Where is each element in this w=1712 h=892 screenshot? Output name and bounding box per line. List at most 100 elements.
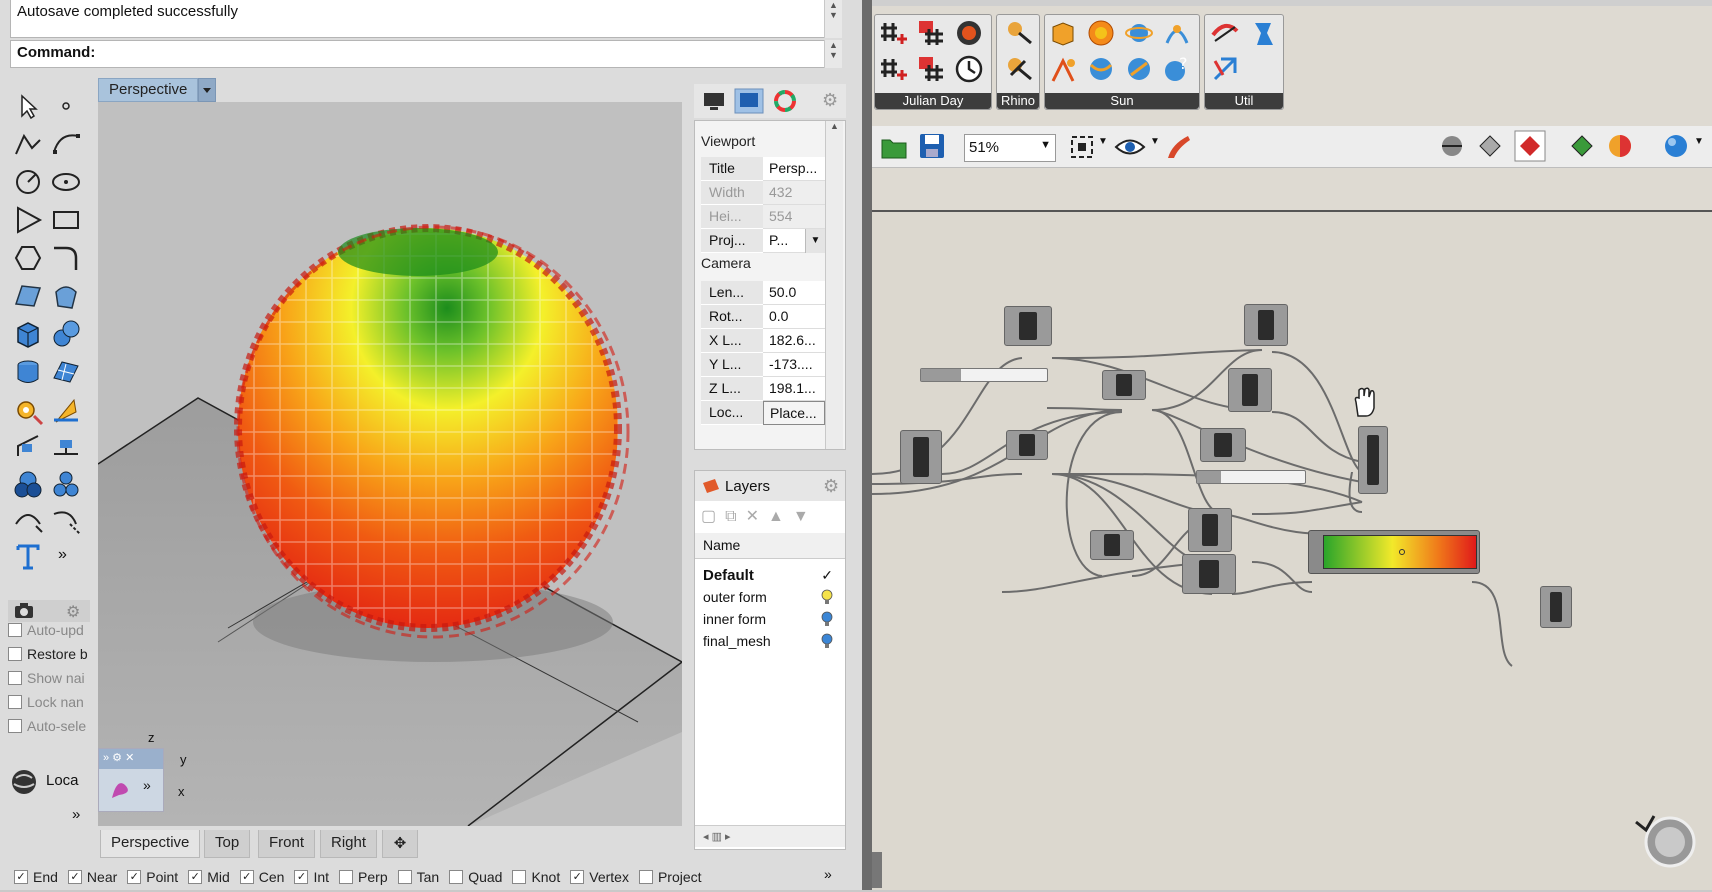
snap-int[interactable]: ✓ Int <box>294 866 329 888</box>
property-value[interactable]: 554 <box>763 205 825 229</box>
property-row[interactable]: Z L... 198.1... <box>701 377 825 401</box>
color-wheel-icon[interactable] <box>774 90 796 112</box>
analyze-arrow-icon[interactable] <box>50 394 82 426</box>
snap-cen[interactable]: ✓ Cen <box>239 866 284 888</box>
property-value[interactable]: 198.1... <box>763 377 825 401</box>
rectangle-icon[interactable] <box>50 204 82 236</box>
snap-quad[interactable]: Quad <box>449 866 502 888</box>
move-down-icon[interactable]: ▼ <box>793 508 818 525</box>
checkbox[interactable]: ✓ <box>127 870 142 884</box>
view-gumball-widget[interactable]: » ⚙ ✕ » <box>98 748 164 812</box>
canvas-navigator-icon[interactable] <box>1632 810 1698 870</box>
snap-near[interactable]: ✓ Near <box>67 866 117 888</box>
window-divider[interactable] <box>862 0 872 890</box>
expand-chevron-icon[interactable]: » <box>72 806 80 823</box>
canvas-scroll-handle[interactable] <box>872 852 882 888</box>
named-view-option[interactable]: Show nai <box>8 670 85 686</box>
property-value[interactable]: 50.0 <box>763 281 825 305</box>
property-row[interactable]: Len... 50.0 <box>701 281 825 305</box>
projection-dropdown-icon[interactable]: ▼ <box>805 229 825 253</box>
sun-disc-icon[interactable] <box>955 19 983 47</box>
add-viewport-tab-icon[interactable]: ✥ <box>382 830 418 858</box>
split-icon[interactable] <box>50 504 82 536</box>
checkbox[interactable] <box>8 695 22 709</box>
mesh-icon[interactable] <box>50 356 82 388</box>
checkbox[interactable] <box>8 623 22 637</box>
hash-plus-icon[interactable] <box>879 19 907 47</box>
sunflower-icon[interactable] <box>1087 19 1115 47</box>
number-slider[interactable] <box>920 368 1048 382</box>
properties-scrollbar[interactable]: ▲ <box>825 121 843 449</box>
select-arrow-icon[interactable] <box>12 90 44 122</box>
named-view-option[interactable]: Lock nan <box>8 694 84 710</box>
gh-component[interactable] <box>1004 306 1052 346</box>
current-layer-check-icon[interactable]: ✓ <box>821 567 833 584</box>
sun-orbit-icon[interactable] <box>1125 19 1153 47</box>
copy-layer-icon[interactable]: ⧉ <box>725 508 745 525</box>
camera-icon[interactable] <box>14 602 34 620</box>
panel-settings-gear-icon[interactable]: ⚙ <box>822 90 838 111</box>
gh-component[interactable] <box>1090 530 1134 560</box>
lightbulb-icon[interactable] <box>821 633 833 649</box>
command-scrollbar[interactable]: ▲ ▼ <box>824 40 842 68</box>
preview-eye-icon[interactable] <box>1114 134 1146 160</box>
preview-shaded-icon[interactable] <box>1476 132 1504 160</box>
curve-icon[interactable] <box>50 128 82 160</box>
property-value[interactable]: 0.0 <box>763 305 825 329</box>
preview-wireframe-icon[interactable] <box>1438 132 1466 160</box>
property-value[interactable]: 432 <box>763 181 825 205</box>
layer-row[interactable]: Default ✓ <box>703 567 837 584</box>
property-row[interactable]: Rot... 0.0 <box>701 305 825 329</box>
move-up-icon[interactable]: ▲ <box>768 508 793 525</box>
checkbox[interactable]: ✓ <box>570 870 585 884</box>
tab-right[interactable]: Right <box>320 830 378 858</box>
trim-icon[interactable] <box>12 504 44 536</box>
material-icon[interactable] <box>1606 132 1634 160</box>
property-row[interactable]: Hei... 554 <box>701 205 825 229</box>
shading-icon[interactable] <box>1049 55 1077 83</box>
property-row[interactable]: Loc... Place... <box>701 401 825 425</box>
calendar-hash-icon[interactable] <box>917 19 945 47</box>
checkbox[interactable] <box>449 870 464 884</box>
loft-icon[interactable] <box>50 280 82 312</box>
snap-vertex[interactable]: ✓ Vertex <box>570 866 629 888</box>
util-pin-icon[interactable] <box>1249 19 1277 47</box>
util-arrow-icon[interactable] <box>1211 55 1239 83</box>
perspective-viewport[interactable]: » ⚙ ✕ » z y x <box>98 102 682 826</box>
polyline-icon[interactable] <box>12 128 44 160</box>
gradient-grip-icon[interactable] <box>1399 549 1405 555</box>
gh-component[interactable] <box>1244 304 1288 346</box>
checkbox[interactable]: ✓ <box>294 870 309 884</box>
gh-component[interactable] <box>1182 554 1236 594</box>
more-tools-icon[interactable]: » <box>58 546 67 564</box>
clock-icon[interactable] <box>955 55 983 83</box>
document-preview-icon[interactable] <box>1568 132 1596 160</box>
gear-icon[interactable]: ⚙ <box>66 602 80 622</box>
snap-tan[interactable]: Tan <box>397 866 439 888</box>
section-icon[interactable] <box>50 430 82 462</box>
sun-path-icon[interactable] <box>1163 19 1191 47</box>
radiation-icon[interactable] <box>1087 55 1115 83</box>
checkbox[interactable]: ✓ <box>239 870 254 884</box>
hexagon-icon[interactable] <box>12 242 44 274</box>
named-view-option[interactable]: Restore b <box>8 646 88 662</box>
viewport-title-tab[interactable]: Perspective <box>98 78 199 102</box>
new-layer-icon[interactable]: ▢ <box>701 508 725 525</box>
history-scrollbar[interactable]: ▲ ▼ <box>824 0 842 38</box>
property-value[interactable]: -173.... <box>763 353 825 377</box>
number-slider[interactable] <box>1196 470 1306 484</box>
property-value[interactable]: 182.6... <box>763 329 825 353</box>
gh-component[interactable] <box>900 430 942 484</box>
locate-row[interactable]: Loca <box>8 760 90 800</box>
display-properties-icon[interactable] <box>702 90 726 112</box>
globe-sun-icon[interactable] <box>1125 55 1153 83</box>
osnap-more-icon[interactable]: » <box>824 866 832 882</box>
command-line[interactable]: Command: <box>10 40 830 68</box>
lightbulb-icon[interactable] <box>821 589 833 605</box>
rhino-geometry-icon[interactable] <box>1005 19 1033 47</box>
gh-component[interactable] <box>1358 426 1388 494</box>
checkbox[interactable] <box>8 671 22 685</box>
save-icon[interactable] <box>918 132 946 160</box>
zoom-level-dropdown[interactable]: 51% ▼ <box>964 134 1056 162</box>
box-icon[interactable] <box>12 318 44 350</box>
